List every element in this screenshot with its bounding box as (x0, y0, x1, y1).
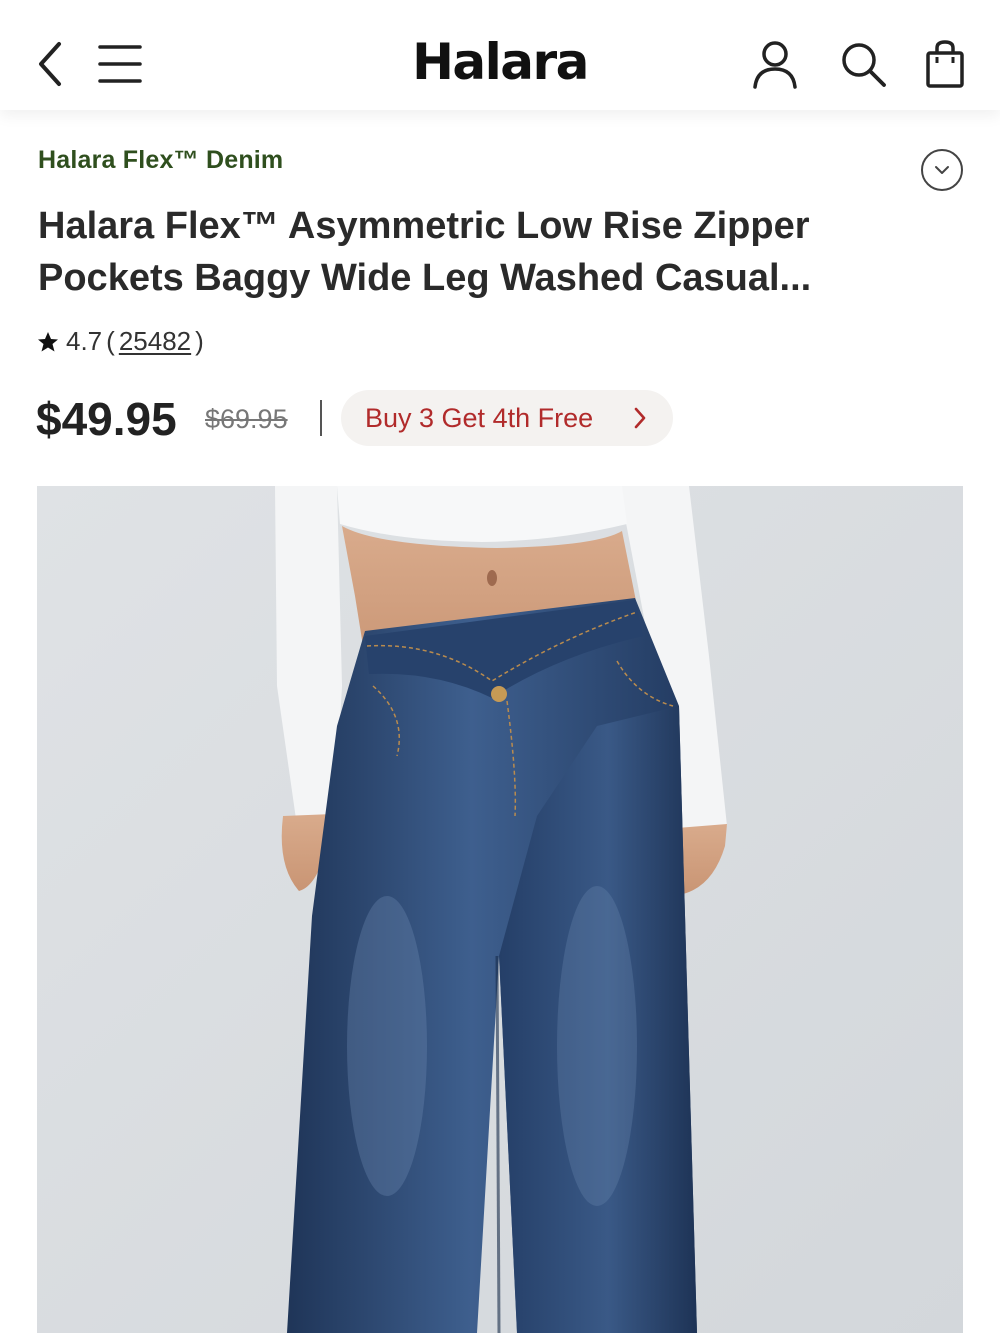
account-button[interactable] (746, 36, 804, 92)
brand-logo[interactable]: Halara (380, 32, 620, 92)
product-title: Halara Flex™ Asymmetric Low Rise Zipper … (38, 205, 812, 299)
chevron-left-icon (39, 42, 61, 86)
collection-link[interactable]: Halara Flex™ Denim (38, 146, 283, 175)
price-divider (320, 400, 322, 436)
promo-button[interactable]: Buy 3 Get 4th Free (341, 390, 673, 446)
chevron-right-icon (634, 407, 646, 429)
review-count-close: ) (195, 326, 204, 356)
user-icon (753, 41, 797, 89)
shopping-bag-icon (926, 40, 964, 88)
expand-title-button[interactable] (921, 149, 963, 191)
review-count-link[interactable]: 25482 (119, 326, 191, 357)
chevron-down-icon (935, 166, 949, 174)
rating-summary[interactable]: 4.7 ( 25482 ) (36, 326, 208, 357)
rating-value: 4.7 (66, 326, 103, 356)
current-price: $49.95 (36, 393, 177, 445)
product-image[interactable] (37, 486, 963, 1333)
promo-label: Buy 3 Get 4th Free (365, 402, 594, 433)
hamburger-menu-icon (98, 45, 142, 83)
shopping-bag-button[interactable] (918, 36, 972, 92)
search-button[interactable] (834, 36, 892, 92)
top-navigation-bar: Halara (0, 0, 1000, 110)
search-icon (842, 43, 886, 87)
product-photo-illustration (37, 486, 963, 1333)
star-icon (38, 331, 58, 351)
menu-button[interactable] (94, 38, 146, 90)
review-count-open: ( (106, 326, 115, 356)
back-button[interactable] (28, 38, 72, 90)
original-price: $69.95 (205, 404, 288, 434)
